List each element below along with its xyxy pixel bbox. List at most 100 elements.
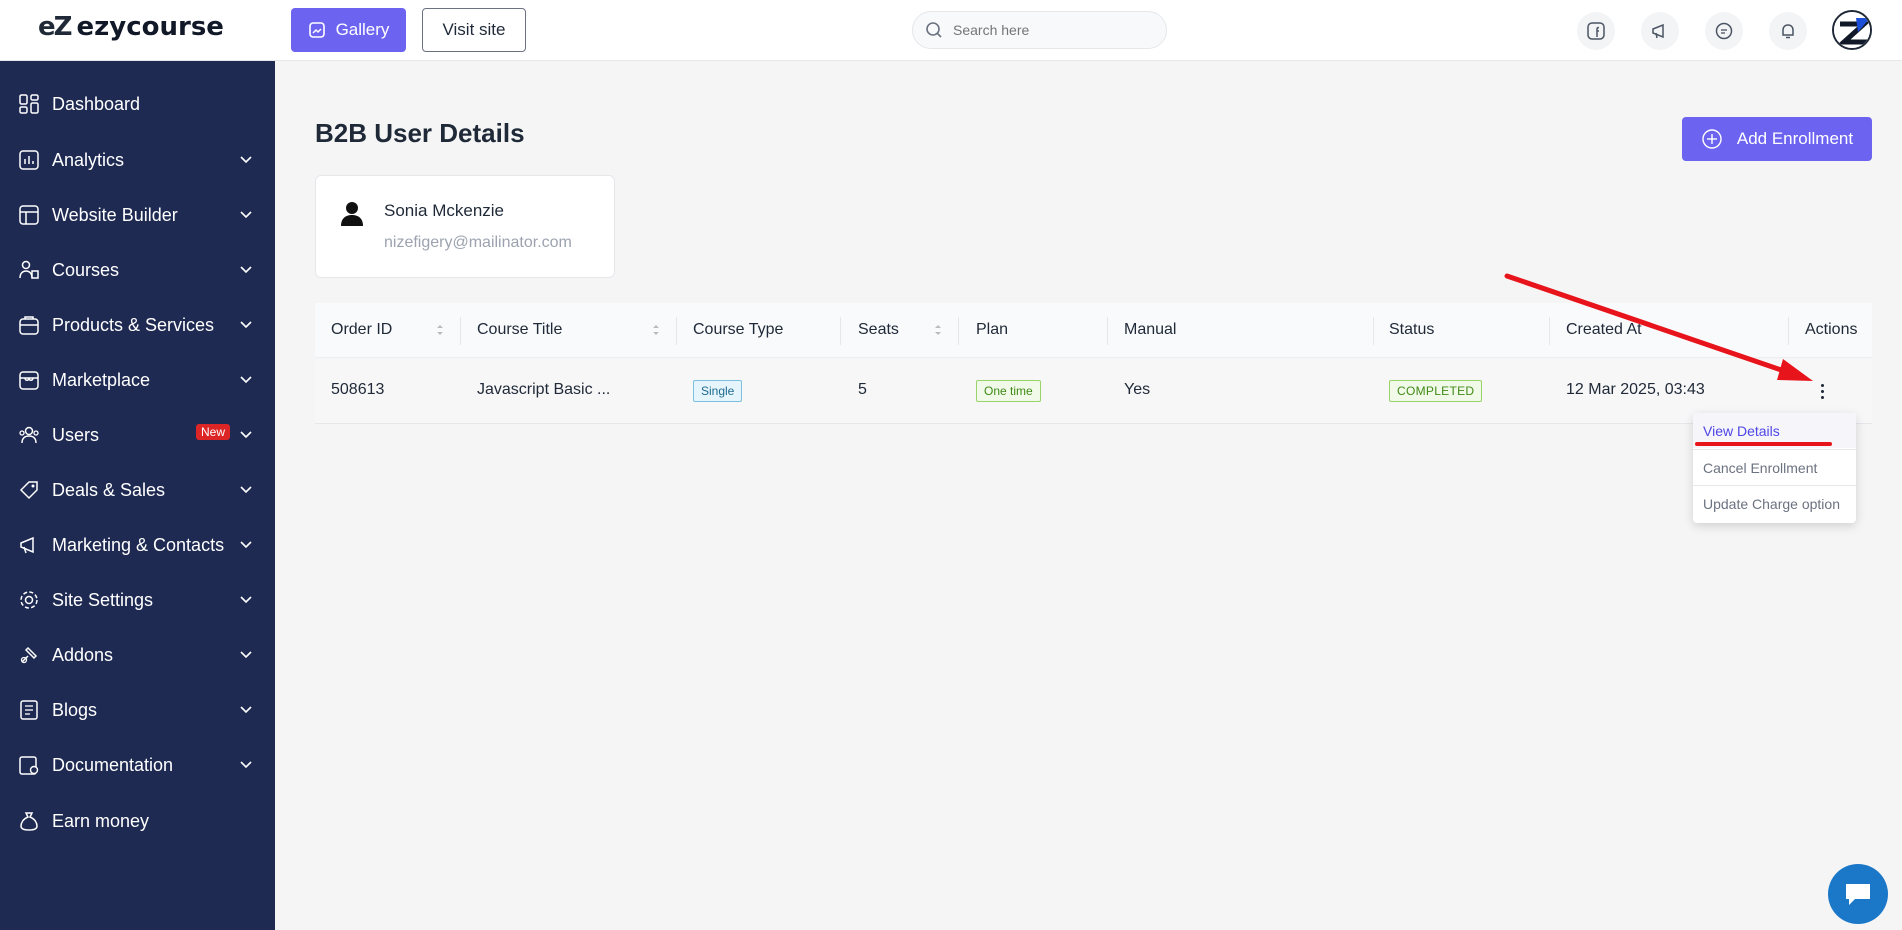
add-enrollment-button[interactable]: Add Enrollment (1682, 117, 1872, 161)
add-enrollment-label: Add Enrollment (1736, 129, 1854, 148)
user-card: Sonia Mckenzie nizefigery@mailinator.com (315, 175, 615, 278)
course-title-cell: Javascript Basic ... (477, 381, 611, 398)
new-badge: New (196, 424, 231, 440)
sort-icon[interactable] (651, 323, 661, 337)
column-plan: Plan (976, 321, 1009, 338)
chevron-down-icon (240, 486, 252, 494)
table-header: Order ID Course Title Course Type Seats … (315, 303, 1872, 358)
sidebar: Dashboard Analytics Website Builder Cour… (0, 61, 275, 930)
seats-cell: 5 (858, 381, 867, 398)
sidebar-item-label: Products & Services (52, 314, 215, 335)
column-course-title[interactable]: Course Title (477, 321, 562, 339)
column-course-type: Course Type (693, 321, 784, 338)
notification-bell-icon[interactable] (1769, 12, 1807, 50)
sidebar-item-earn-money[interactable]: Earn money (0, 796, 275, 846)
chevron-down-icon (240, 266, 252, 274)
sidebar-item-courses[interactable]: Courses (0, 245, 275, 295)
chevron-down-icon (240, 431, 252, 439)
marketing-icon (16, 532, 42, 558)
addons-icon (16, 642, 42, 668)
chevron-down-icon (240, 321, 252, 329)
column-seats[interactable]: Seats (858, 321, 899, 339)
column-actions: Actions (1805, 321, 1858, 338)
sidebar-item-products-services[interactable]: Products & Services (0, 300, 275, 350)
marketplace-icon (16, 367, 42, 393)
column-status: Status (1389, 321, 1435, 338)
sidebar-item-addons[interactable]: Addons (0, 630, 275, 680)
courses-icon (16, 257, 42, 283)
column-divider (1107, 317, 1108, 345)
gallery-button-label: Gallery (335, 20, 390, 39)
column-manual: Manual (1124, 321, 1177, 338)
sidebar-item-blogs[interactable]: Blogs (0, 685, 275, 735)
chevron-down-icon (240, 596, 252, 604)
column-divider (1549, 317, 1550, 345)
avatar[interactable] (1832, 10, 1872, 50)
sidebar-item-label: Blogs (52, 699, 98, 720)
column-divider (840, 317, 841, 345)
sidebar-item-label: Users (52, 424, 100, 445)
plan-tag: One time (976, 380, 1041, 402)
message-icon[interactable] (1705, 12, 1743, 50)
user-email: nizefigery@mailinator.com (384, 234, 572, 251)
created-at-cell: 12 Mar 2025, 03:43 (1566, 381, 1705, 398)
blogs-icon (16, 697, 42, 723)
logo-mark: eZ (38, 12, 72, 42)
sidebar-item-site-settings[interactable]: Site Settings (0, 575, 275, 625)
gallery-button[interactable]: Gallery (291, 8, 406, 52)
manual-cell: Yes (1124, 381, 1151, 398)
chat-button[interactable] (1828, 864, 1888, 924)
sidebar-item-users[interactable]: Users New (0, 410, 275, 460)
column-divider (1788, 317, 1789, 345)
top-bar: eZ ezycourse Gallery Visit site (0, 0, 1902, 61)
visit-site-button[interactable]: Visit site (422, 8, 526, 52)
sidebar-item-website-builder[interactable]: Website Builder (0, 190, 275, 240)
column-divider (958, 317, 959, 345)
sidebar-item-label: Dashboard (52, 93, 141, 114)
sidebar-item-label: Analytics (52, 149, 125, 170)
announcement-icon[interactable] (1641, 12, 1679, 50)
gallery-icon (308, 22, 325, 38)
table-row: 508613 Javascript Basic ... Single 5 One… (315, 359, 1872, 424)
column-order-id[interactable]: Order ID (331, 321, 392, 339)
settings-icon (16, 587, 42, 613)
search-input[interactable] (953, 22, 1143, 38)
chevron-down-icon (240, 211, 252, 219)
search-box[interactable] (912, 11, 1167, 49)
logo[interactable]: eZ ezycourse (38, 12, 224, 42)
user-icon (341, 202, 363, 226)
sort-icon[interactable] (933, 323, 943, 337)
sidebar-item-marketing-contacts[interactable]: Marketing & Contacts (0, 520, 275, 570)
chevron-down-icon (240, 761, 252, 769)
logo-text: ezycourse (76, 12, 224, 42)
sidebar-item-label: Website Builder (52, 204, 178, 225)
column-divider (460, 317, 461, 345)
chat-icon (1846, 884, 1870, 905)
dashboard-icon (16, 91, 42, 117)
website-builder-icon (16, 202, 42, 228)
view-details-menu-item[interactable]: View Details (1693, 413, 1856, 448)
user-name: Sonia Mckenzie (384, 201, 505, 220)
column-divider (676, 317, 677, 345)
deals-icon (16, 477, 42, 503)
earn-money-icon (16, 808, 42, 834)
sort-icon[interactable] (435, 323, 445, 337)
actions-dropdown: View Details Cancel Enrollment Update Ch… (1693, 413, 1856, 523)
cancel-enrollment-menu-item[interactable]: Cancel Enrollment (1693, 450, 1856, 485)
row-actions-menu-icon[interactable] (1816, 379, 1828, 403)
column-divider (1373, 317, 1374, 345)
sidebar-item-analytics[interactable]: Analytics (0, 135, 275, 185)
products-icon (16, 312, 42, 338)
analytics-icon (16, 147, 42, 173)
sidebar-item-label: Marketplace (52, 369, 151, 390)
page-title: B2B User Details (315, 118, 525, 148)
sidebar-item-documentation[interactable]: Documentation (0, 740, 275, 790)
update-charge-option-menu-item[interactable]: Update Charge option (1693, 486, 1856, 521)
sidebar-item-deals-sales[interactable]: Deals & Sales (0, 465, 275, 515)
sidebar-item-label: Courses (52, 259, 120, 280)
sidebar-item-marketplace[interactable]: Marketplace (0, 355, 275, 405)
facebook-icon[interactable] (1577, 12, 1615, 50)
chevron-down-icon (240, 376, 252, 384)
sidebar-item-label: Marketing & Contacts (52, 534, 225, 555)
sidebar-item-dashboard[interactable]: Dashboard (0, 79, 275, 129)
